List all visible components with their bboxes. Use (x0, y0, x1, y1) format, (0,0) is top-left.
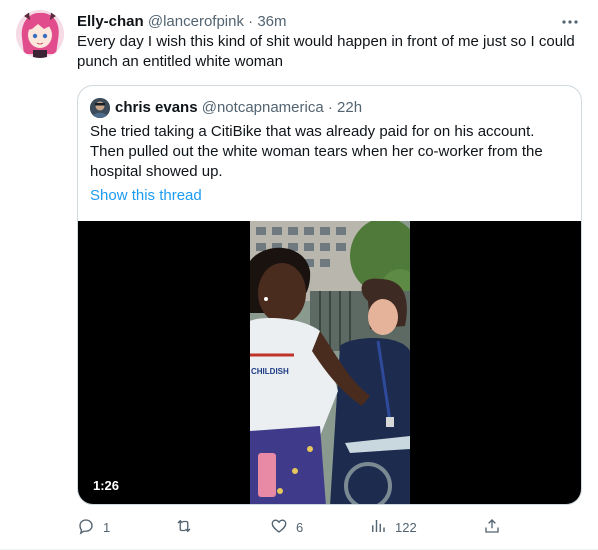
shirt-text: CHILDISH (251, 367, 289, 376)
tweet-actions: 1 6 122 (77, 516, 499, 538)
tweet-header: Elly-chan @lancerofpink · 36m (77, 12, 287, 32)
reply-icon (77, 517, 95, 538)
like-count: 6 (296, 519, 304, 535)
author-name[interactable]: Elly-chan (77, 13, 144, 30)
timestamp[interactable]: 36m (257, 13, 286, 30)
reply-button[interactable]: 1 (77, 516, 110, 538)
quoted-author-name[interactable]: chris evans (115, 99, 198, 116)
avatar[interactable] (16, 10, 64, 58)
retweet-icon (175, 517, 193, 538)
separator: · (248, 13, 254, 30)
quoted-tweet[interactable]: chris evans @notcapnamerica · 22h She tr… (77, 85, 582, 505)
quoted-header: chris evans @notcapnamerica · 22h (115, 98, 362, 118)
views-button[interactable]: 122 (369, 516, 417, 538)
video-frame[interactable]: CHILDISH (250, 221, 410, 504)
video-player[interactable]: CHILDISH 1:26 (78, 221, 581, 504)
author-handle[interactable]: @lancerofpink (148, 13, 244, 30)
share-button[interactable] (483, 516, 501, 538)
show-thread-link[interactable]: Show this thread (90, 186, 202, 206)
share-icon (483, 517, 501, 538)
retweet-button[interactable] (175, 516, 201, 538)
views-icon (369, 517, 387, 538)
quoted-author-handle[interactable]: @notcapnamerica (202, 99, 324, 116)
quoted-separator: · (327, 99, 333, 116)
like-icon (270, 517, 288, 538)
like-button[interactable]: 6 (270, 516, 303, 538)
more-icon[interactable] (560, 12, 580, 32)
views-count: 122 (395, 519, 417, 535)
quoted-timestamp[interactable]: 22h (337, 99, 362, 116)
tweet-text: Every day I wish this kind of shit would… (77, 33, 575, 70)
video-duration: 1:26 (88, 476, 125, 496)
quoted-avatar[interactable] (90, 98, 110, 118)
reply-count: 1 (103, 519, 111, 535)
quoted-text: She tried taking a CitiBike that was alr… (90, 123, 543, 180)
tweet[interactable]: Elly-chan @lancerofpink · 36m Every day … (0, 0, 598, 550)
